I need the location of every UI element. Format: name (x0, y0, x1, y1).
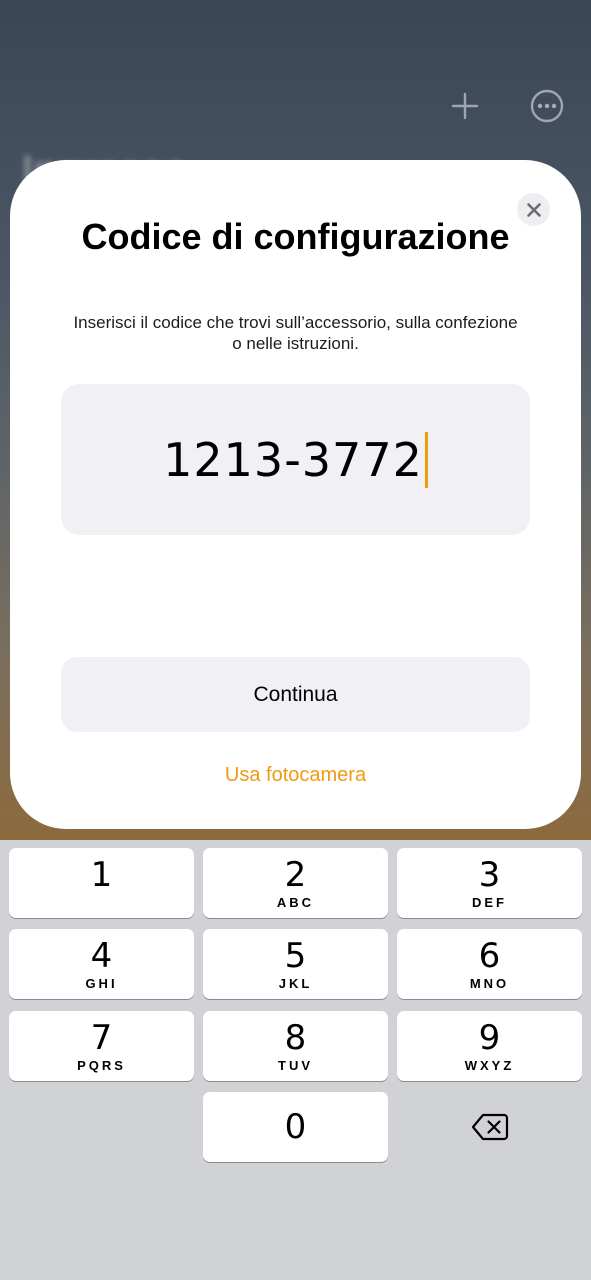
key-letters: GHI (85, 975, 118, 991)
key-letters: ABC (276, 894, 315, 910)
continue-button[interactable]: Continua (61, 657, 530, 732)
plus-icon (445, 86, 485, 126)
key-2[interactable]: 2 ABC (203, 848, 388, 918)
key-0[interactable]: 0 (203, 1092, 388, 1162)
close-button[interactable] (517, 193, 550, 226)
key-3[interactable]: 3 DEF (397, 848, 582, 918)
delete-backward-icon (471, 1113, 508, 1141)
key-digit: 4 (90, 935, 113, 976)
key-digit: 3 (478, 854, 501, 895)
key-letters: DEF (472, 894, 507, 910)
key-letters: WXYZ (464, 1057, 515, 1073)
key-digit: 2 (284, 854, 307, 895)
setup-code-field[interactable]: 1213-3772 (61, 384, 530, 535)
key-letters: JKL (278, 975, 313, 991)
setup-code-value: 1213-3772 (163, 432, 423, 487)
numeric-keypad: 1 2 ABC 3 DEF 4 GHI 5 JKL 6 MNO 7 PQRS 8… (0, 840, 591, 1280)
use-camera-link[interactable]: Usa fotocamera (10, 764, 581, 787)
close-icon (526, 202, 541, 217)
key-digit: 9 (478, 1017, 501, 1058)
key-digit: 5 (284, 935, 307, 976)
key-7[interactable]: 7 PQRS (9, 1011, 194, 1081)
backspace-key[interactable] (397, 1092, 582, 1162)
text-cursor (424, 431, 428, 488)
setup-code-modal: Codice di configurazione Inserisci il co… (10, 160, 581, 829)
key-letters: TUV (278, 1057, 313, 1073)
key-5[interactable]: 5 JKL (203, 929, 388, 999)
key-digit: 6 (478, 935, 501, 976)
modal-title: Codice di configurazione (81, 216, 510, 257)
key-digit: 1 (90, 854, 113, 895)
key-letters: MNO (469, 975, 510, 991)
modal-subtitle: Inserisci il codice che trovi sull’acces… (73, 313, 518, 353)
key-digit: 8 (284, 1017, 307, 1058)
key-digit: 7 (90, 1017, 113, 1058)
key-1[interactable]: 1 (9, 848, 194, 918)
key-digit: 0 (284, 1107, 307, 1147)
key-8[interactable]: 8 TUV (203, 1011, 388, 1081)
key-6[interactable]: 6 MNO (397, 929, 582, 999)
key-4[interactable]: 4 GHI (9, 929, 194, 999)
key-letters: PQRS (77, 1057, 126, 1073)
key-9[interactable]: 9 WXYZ (397, 1011, 582, 1081)
ellipsis-circle-icon (527, 86, 567, 126)
